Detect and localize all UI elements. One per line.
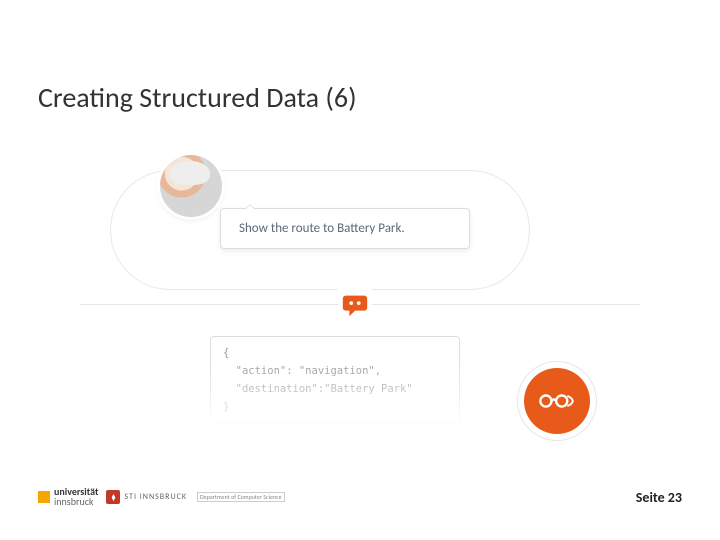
assistant-tool-icon	[524, 368, 590, 434]
university-logo: universität innsbruck	[38, 487, 98, 507]
user-query-group: Show the route to Battery Park.	[170, 160, 500, 290]
speech-bubble: Show the route to Battery Park.	[220, 208, 470, 249]
uibk-square-icon	[38, 491, 50, 503]
slide: Creating Structured Data (6) Show the ro…	[0, 0, 720, 540]
json-output-box: { "action": "navigation", "destination":…	[210, 336, 460, 424]
bot-icon	[338, 288, 372, 322]
footer: universität innsbruck STI INNSBRUCK Depa…	[38, 482, 682, 512]
footer-logos: universität innsbruck STI INNSBRUCK Depa…	[38, 487, 285, 507]
uni-name-bottom: innsbruck	[54, 497, 98, 507]
user-query-text: Show the route to Battery Park.	[239, 221, 405, 236]
sti-badge-icon	[106, 490, 120, 504]
slide-title: Creating Structured Data (6)	[38, 80, 357, 115]
sti-label: STI INNSBRUCK	[124, 492, 187, 502]
department-label: Department of Computer Science	[197, 492, 285, 502]
sti-logo: STI INNSBRUCK	[106, 490, 187, 504]
page-number: Seite 23	[636, 489, 682, 506]
user-avatar	[160, 155, 222, 217]
